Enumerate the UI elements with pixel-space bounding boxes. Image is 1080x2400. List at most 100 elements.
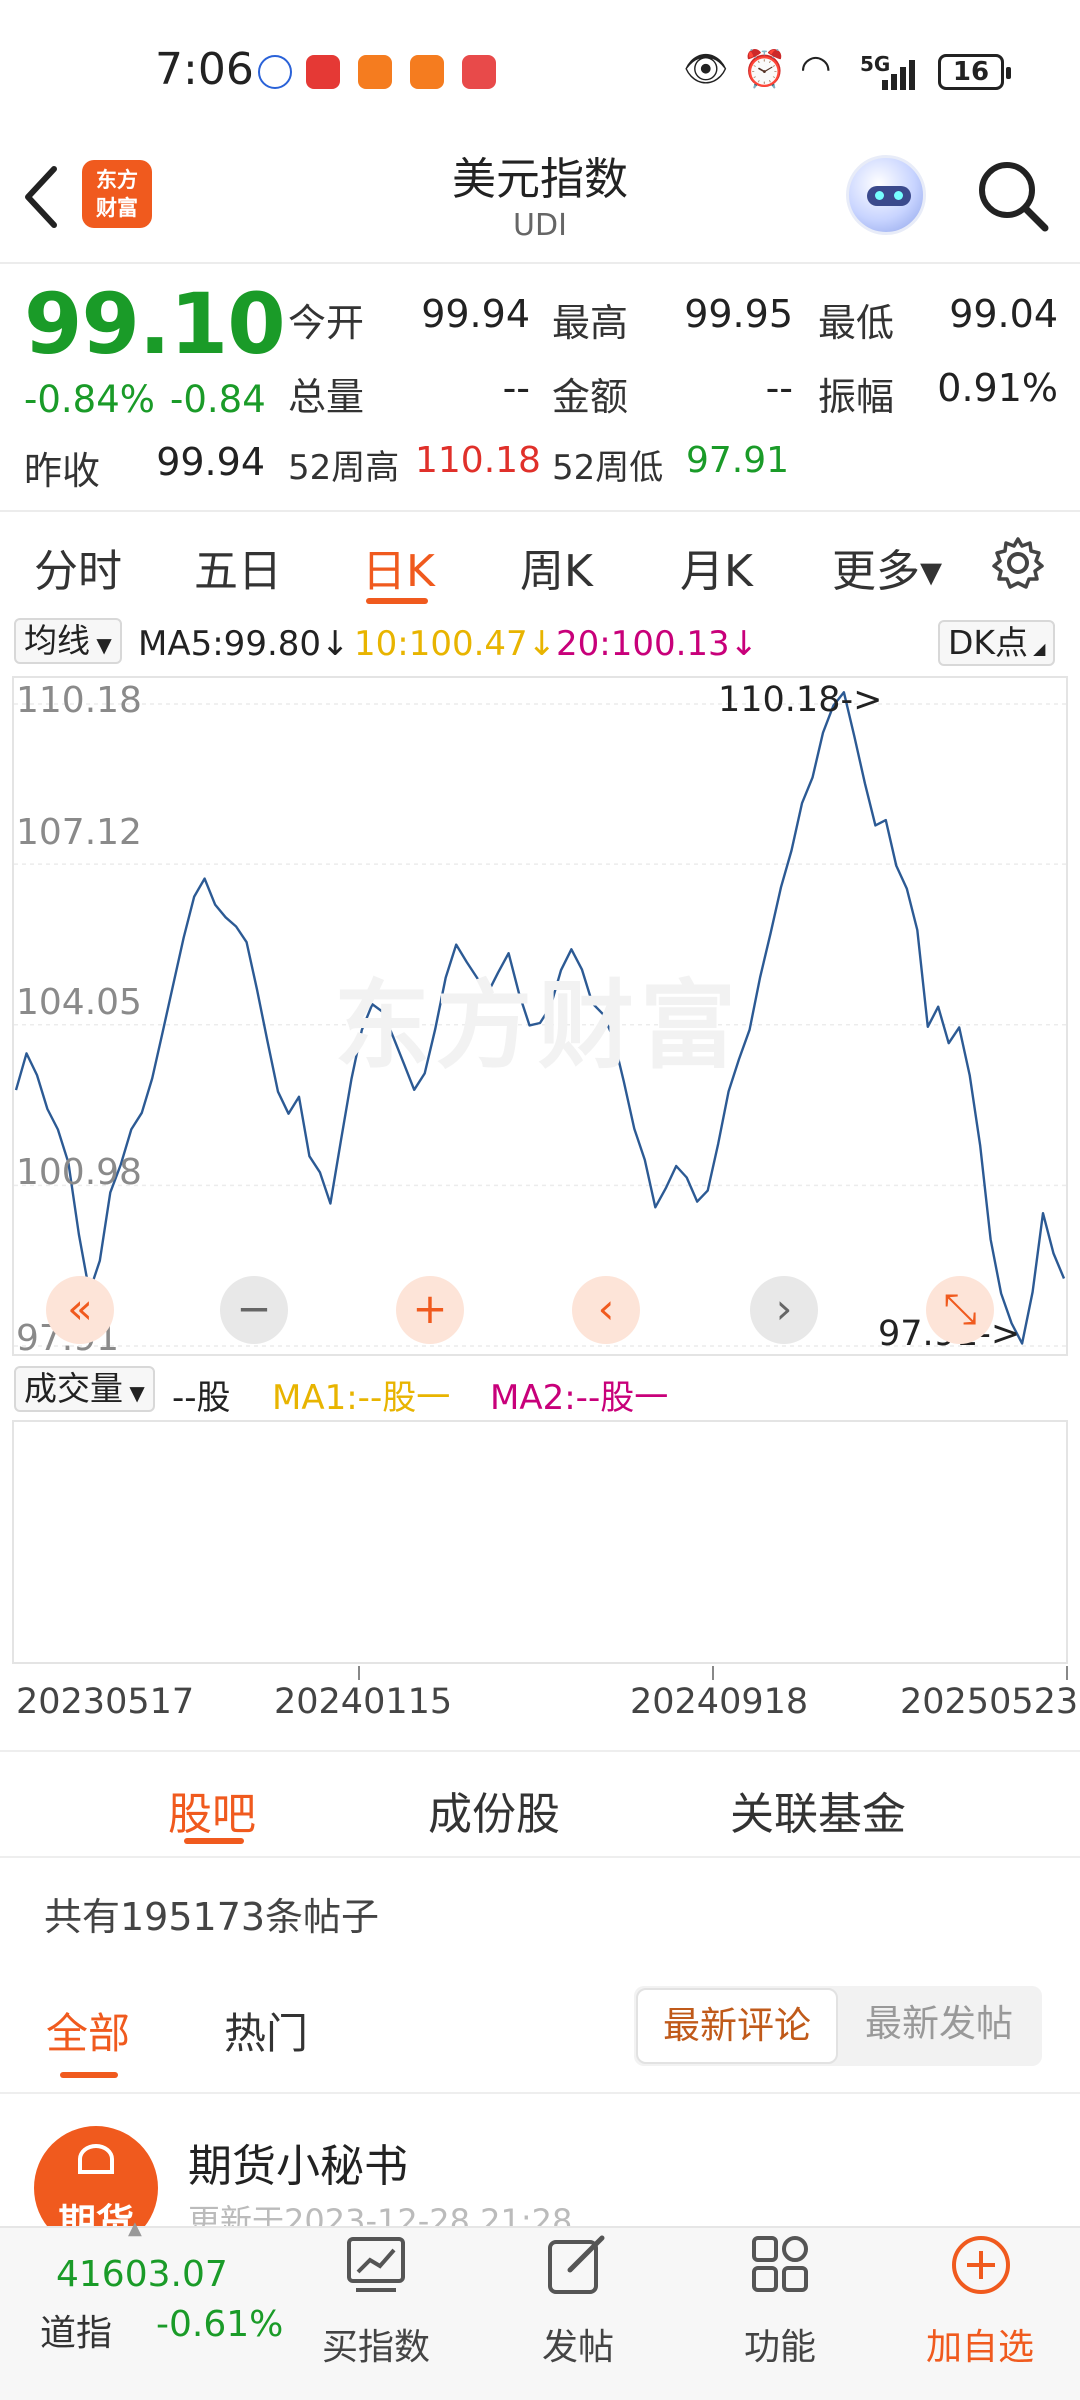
sort-latest-comment[interactable]: 最新评论 xyxy=(636,1988,838,2064)
tab-intraday[interactable]: 分时 xyxy=(34,535,122,599)
gear-icon[interactable] xyxy=(990,535,1046,591)
index-value[interactable]: 41603.07 xyxy=(56,2254,228,2295)
scroll-left-button[interactable]: ‹ xyxy=(572,1276,640,1344)
buy-index-button[interactable]: 买指数 xyxy=(296,2318,456,2370)
volume-value: -- xyxy=(502,366,530,410)
high-value: 99.95 xyxy=(684,292,793,336)
filter-all[interactable]: 全部 xyxy=(46,2000,130,2061)
index-change[interactable]: -0.61% xyxy=(156,2304,283,2345)
tab-more[interactable]: 更多▾ xyxy=(832,535,942,599)
watermark: 东方财富 xyxy=(334,970,742,1082)
app-notification-icon xyxy=(358,55,392,89)
high-label: 最高 xyxy=(552,301,629,345)
post-button[interactable]: 发帖 xyxy=(498,2318,658,2370)
prev-close-value: 99.94 xyxy=(156,440,265,484)
divider xyxy=(0,2092,1080,2094)
y-tick-label: 100.98 xyxy=(16,1152,142,1193)
volume-selector[interactable]: 成交量 ▼ xyxy=(14,1366,155,1412)
x-tick-label: 20250523 xyxy=(900,1682,1079,1722)
eye-icon: 👁 xyxy=(683,49,729,90)
tab-daily-k[interactable]: 日K xyxy=(362,535,435,599)
logo-text: 东方 xyxy=(96,168,138,192)
ma10-value: 10:100.47↓ xyxy=(354,624,557,664)
tab-guba[interactable]: 股吧 xyxy=(168,1778,256,1842)
scroll-right-button[interactable]: › xyxy=(750,1276,818,1344)
volume-chart[interactable] xyxy=(12,1420,1068,1664)
open-value: 99.94 xyxy=(421,292,530,336)
edit-icon[interactable] xyxy=(546,2234,608,2296)
post-author[interactable]: 期货小秘书 xyxy=(188,2130,408,2194)
low-label: 最低 xyxy=(818,301,895,345)
dk-label: DK点 xyxy=(948,623,1029,662)
add-icon[interactable] xyxy=(950,2234,1012,2296)
ma-selector-label[interactable]: 均线 ▼ xyxy=(14,618,122,664)
w52-low-value: 97.91 xyxy=(686,440,790,481)
volume-ma2: MA2:--股一 xyxy=(490,1378,669,1418)
x-tick-mark xyxy=(1066,1666,1068,1680)
w52-high-value: 110.18 xyxy=(415,440,541,481)
open-label: 今开 xyxy=(288,301,365,345)
max-marker: 110.18-> xyxy=(718,680,883,720)
page-title: 美元指数 xyxy=(452,154,628,205)
app-notification-icon xyxy=(462,55,496,89)
tab-monthly-k[interactable]: 月K xyxy=(680,535,753,599)
back-icon[interactable] xyxy=(22,165,62,229)
tab-active-indicator xyxy=(184,1838,244,1844)
avatar-emblem xyxy=(78,2144,114,2174)
divider xyxy=(0,510,1080,512)
x-tick-mark xyxy=(358,1666,360,1680)
chart-icon[interactable] xyxy=(346,2236,406,2296)
zoom-out-button[interactable]: − xyxy=(220,1276,288,1344)
collapse-caret-icon[interactable]: ▲ xyxy=(128,2218,142,2239)
price-chart[interactable]: 东方财富 xyxy=(12,676,1068,1356)
w52-low-label: 52周低 xyxy=(552,448,664,488)
add-watchlist-button[interactable]: 加自选 xyxy=(900,2318,1060,2370)
index-name[interactable]: 道指 xyxy=(40,2304,112,2356)
sort-latest-post[interactable]: 最新发帖 xyxy=(838,1988,1040,2064)
tab-active-indicator xyxy=(366,598,428,604)
y-tick-label: 104.05 xyxy=(16,982,142,1023)
battery-icon: 16 xyxy=(938,54,1011,90)
divider xyxy=(0,1856,1080,1858)
w52-high-label: 52周高 xyxy=(288,448,400,488)
wifi-icon: ◠ xyxy=(800,48,832,89)
amount-value: -- xyxy=(765,366,793,410)
alarm-icon: ⏰ xyxy=(742,49,787,90)
low-value: 99.04 xyxy=(949,292,1058,336)
volume-ma1: MA1:--股一 xyxy=(272,1378,451,1418)
zoom-in-button[interactable]: + xyxy=(396,1276,464,1344)
ma20-value: 20:100.13↓ xyxy=(556,624,759,664)
y-tick-label: 110.18 xyxy=(16,680,142,721)
grid-icon[interactable] xyxy=(750,2234,810,2294)
page-subtitle: UDI xyxy=(513,208,567,243)
divider xyxy=(0,1750,1080,1752)
x-tick-label: 20240115 xyxy=(274,1682,453,1722)
tab-weekly-k[interactable]: 周K xyxy=(520,535,593,599)
ma5-value: MA5:99.80↓ xyxy=(138,624,350,664)
app-logo[interactable]: 东方 财富 xyxy=(82,160,152,228)
assistant-avatar-icon[interactable] xyxy=(846,155,926,235)
tab-constituents[interactable]: 成份股 xyxy=(428,1778,560,1842)
filter-hot[interactable]: 热门 xyxy=(224,2000,308,2061)
x-tick-mark xyxy=(712,1666,714,1680)
posts-count: 共有195173条帖子 xyxy=(44,1895,380,1939)
scroll-start-button[interactable]: « xyxy=(46,1276,114,1344)
search-icon[interactable] xyxy=(975,158,1051,234)
tab-related-funds[interactable]: 关联基金 xyxy=(730,1778,906,1842)
volume-unit: --股 xyxy=(172,1378,231,1418)
dk-point-button[interactable]: DK点 ◢ xyxy=(938,620,1056,666)
x-tick-label: 20240918 xyxy=(630,1682,809,1722)
change-pct: -0.84% xyxy=(24,378,155,421)
tab-five-day[interactable]: 五日 xyxy=(194,535,282,599)
y-tick-label: 107.12 xyxy=(16,812,142,853)
functions-button[interactable]: 功能 xyxy=(700,2318,860,2370)
amount-label: 金额 xyxy=(552,375,629,419)
status-bar: 7:06 👁 ⏰ ◠ 5G 16 xyxy=(0,0,1080,140)
ma-selector-text: 均线 xyxy=(24,621,90,660)
prev-close-label: 昨收 xyxy=(24,449,101,493)
current-price: 99.10 xyxy=(24,275,286,373)
fullscreen-button[interactable]: ⤡ xyxy=(926,1276,994,1344)
signal-icon xyxy=(882,60,915,90)
ma-selector[interactable]: 均线 ▼ xyxy=(14,618,122,664)
change-value: -0.84 xyxy=(170,378,266,421)
